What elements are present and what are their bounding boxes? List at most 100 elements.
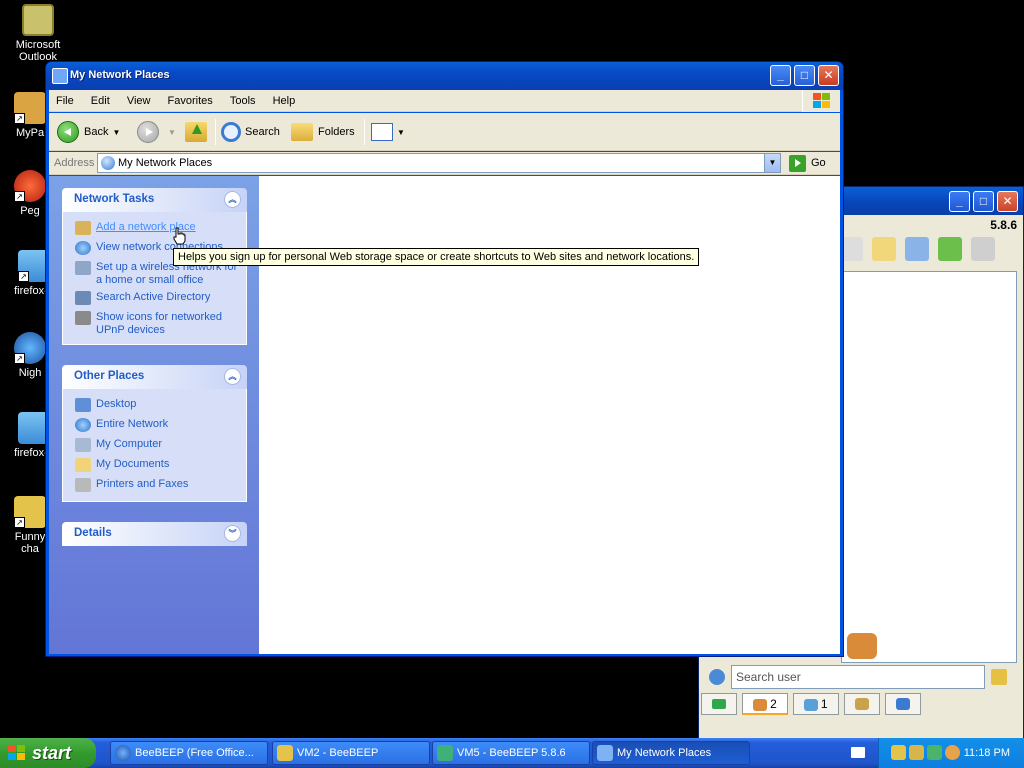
taskbar-button-label: BeeBEEP (Free Office... [135, 747, 254, 759]
clear-search-icon[interactable] [991, 669, 1007, 685]
window-titlebar[interactable]: My Network Places _ □ ✕ [46, 62, 843, 90]
maximize-button[interactable]: □ [973, 191, 994, 212]
taskbar-button-beebeep[interactable]: BeeBEEP (Free Office... [110, 741, 268, 765]
trash-icon[interactable] [971, 237, 996, 261]
taskbar: start BeeBEEP (Free Office... VM2 - BeeB… [0, 738, 1024, 768]
menu-tools[interactable]: Tools [223, 90, 263, 112]
desktop-icon-outlook[interactable]: Microsoft Outlook [8, 4, 68, 63]
search-button[interactable]: Search [221, 117, 280, 147]
taskbar-button-label: My Network Places [617, 747, 712, 759]
network-tray-icon[interactable] [927, 745, 942, 760]
task-add-network-place[interactable]: Add a network place [73, 218, 246, 238]
menu-file[interactable]: File [49, 90, 81, 112]
menu-edit[interactable]: Edit [84, 90, 117, 112]
views-icon [371, 123, 393, 142]
other-places-panel: Other Places ︽ Desktop Entire Network My… [62, 365, 247, 502]
task-show-upnp[interactable]: Show icons for networked UPnP devices [73, 308, 246, 338]
upnp-devices-icon [75, 311, 91, 325]
network-tasks-header[interactable]: Network Tasks ︽ [62, 188, 247, 212]
chevron-down-icon[interactable]: ▼ [397, 128, 405, 137]
computer-icon [75, 438, 91, 452]
go-label: Go [811, 157, 826, 169]
place-label: My Documents [96, 458, 170, 470]
hand-cursor-icon [173, 227, 186, 245]
go-button[interactable]: Go [789, 153, 826, 173]
documents-folder-icon [75, 458, 91, 472]
network-places-icon [101, 156, 115, 170]
menu-view[interactable]: View [120, 90, 158, 112]
system-tray: 11:18 PM [878, 738, 1024, 768]
maximize-button[interactable]: □ [794, 65, 815, 86]
chat-icon [803, 698, 818, 711]
chevron-down-icon[interactable]: ▼ [168, 128, 176, 137]
folders-button[interactable]: Folders [291, 117, 355, 147]
forward-arrow-icon [137, 121, 159, 144]
chevron-down-icon[interactable]: ▼ [764, 154, 780, 172]
views-button[interactable]: ▼ [371, 117, 405, 147]
minimize-button[interactable]: _ [949, 191, 970, 212]
address-bar: Address My Network Places ▼ Go [49, 152, 840, 175]
edit-icon[interactable] [872, 237, 897, 261]
address-input[interactable]: My Network Places ▼ [97, 153, 781, 173]
tab-users[interactable]: 2 [742, 693, 788, 715]
task-search-active-directory[interactable]: Search Active Directory [73, 288, 246, 308]
keyboard-icon[interactable] [851, 747, 865, 758]
place-entire-network[interactable]: Entire Network [73, 415, 246, 435]
taskbar-button-vm5[interactable]: VM5 - BeeBEEP 5.8.6 [432, 741, 590, 765]
tools-icon[interactable] [905, 237, 930, 261]
place-printers-faxes[interactable]: Printers and Faxes [73, 475, 246, 495]
beebeep-user-list[interactable] [841, 271, 1017, 663]
beebeep-tray-icon[interactable] [891, 745, 906, 760]
desktop-icon-label: Microsoft [15, 39, 61, 51]
address-value: My Network Places [118, 157, 213, 169]
add-network-place-icon [75, 221, 91, 235]
download-icon[interactable] [938, 237, 963, 261]
forward-button[interactable]: ▼ [137, 117, 176, 147]
minimize-button[interactable]: _ [770, 65, 791, 86]
network-tasks-panel: Network Tasks ︽ Add a network place View… [62, 188, 247, 345]
menu-favorites[interactable]: Favorites [161, 90, 220, 112]
tab-label: 1 [820, 697, 828, 711]
chevron-up-icon[interactable]: ︽ [224, 368, 241, 385]
users-icon [753, 698, 768, 711]
security-shield-icon[interactable] [909, 745, 924, 760]
menu-bar: File Edit View Favorites Tools Help [49, 90, 840, 112]
folders-label: Folders [318, 126, 355, 138]
folders-icon [291, 123, 313, 142]
network-places-icon [597, 745, 613, 761]
toolbar-separator [364, 119, 365, 145]
chevron-down-icon[interactable]: ︾ [224, 525, 241, 542]
up-folder-button[interactable] [185, 117, 207, 147]
other-places-header[interactable]: Other Places ︽ [62, 365, 247, 389]
panel-title: Details [74, 527, 112, 539]
place-my-computer[interactable]: My Computer [73, 435, 246, 455]
start-button[interactable]: start [0, 738, 96, 768]
close-button[interactable]: ✕ [997, 191, 1018, 212]
tab-files[interactable] [884, 693, 921, 715]
details-header[interactable]: Details ︾ [62, 522, 247, 546]
back-button[interactable]: Back ▼ [57, 117, 120, 147]
menu-help[interactable]: Help [266, 90, 303, 112]
search-user-input[interactable]: Search user [731, 665, 985, 689]
search-tray-icon[interactable] [945, 745, 960, 760]
place-my-documents[interactable]: My Documents [73, 455, 246, 475]
tab-home[interactable] [701, 693, 737, 715]
windows-flag-icon [813, 93, 831, 109]
my-network-places-window[interactable]: My Network Places _ □ ✕ File Edit View F… [45, 61, 844, 657]
task-label: Show icons for networked UPnP devices [96, 311, 222, 336]
place-label: Entire Network [96, 418, 169, 430]
printer-icon [75, 478, 91, 492]
beebeep-toolbar [839, 237, 1001, 264]
taskbar-button-vm2[interactable]: VM2 - BeeBEEP [272, 741, 430, 765]
tab-groups[interactable] [843, 693, 880, 715]
close-button[interactable]: ✕ [818, 65, 839, 86]
tab-chats[interactable]: 1 [792, 693, 839, 715]
panel-title: Network Tasks [74, 193, 155, 205]
beebeep-tabs: 2 1 [701, 693, 923, 717]
chevron-up-icon[interactable]: ︽ [224, 191, 241, 208]
taskbar-button-my-network-places[interactable]: My Network Places [592, 741, 750, 765]
funny-chat-icon: ↗ [14, 496, 46, 528]
place-desktop[interactable]: Desktop [73, 395, 246, 415]
chevron-down-icon[interactable]: ▼ [112, 128, 120, 137]
beebeep-version: 5.8.6 [990, 218, 1017, 232]
